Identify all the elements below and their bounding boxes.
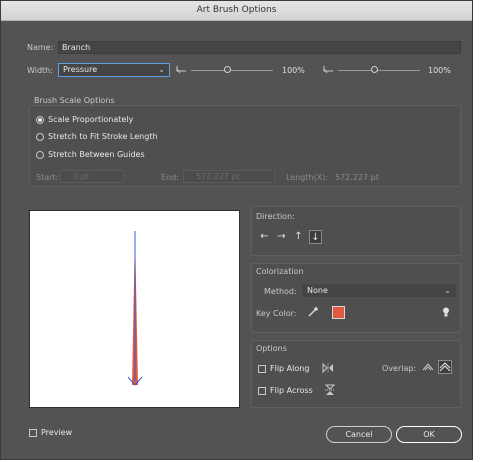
ok-button[interactable]: OK bbox=[396, 426, 462, 443]
direction-group: Direction: ← → ↑ ↓ bbox=[251, 206, 461, 256]
overlap-adjust-icon[interactable] bbox=[422, 361, 434, 375]
chevron-down-icon: ⌄ bbox=[444, 286, 451, 295]
stretch-to-fit-label[interactable]: Stretch to Fit Stroke Length bbox=[48, 132, 158, 141]
max-width-slider-knob[interactable] bbox=[371, 66, 379, 73]
end-label: End: bbox=[161, 173, 179, 182]
name-label: Name: bbox=[27, 43, 54, 52]
arrow-down-icon[interactable]: ↓ bbox=[309, 230, 322, 244]
max-width-slider[interactable] bbox=[338, 70, 420, 71]
method-label: Method: bbox=[264, 287, 297, 296]
arrow-right-icon[interactable]: → bbox=[275, 230, 288, 244]
flip-across-label[interactable]: Flip Across bbox=[270, 386, 313, 395]
min-width-slider-knob[interactable] bbox=[224, 66, 232, 73]
brush-scale-heading: Brush Scale Options bbox=[34, 96, 115, 105]
width-select-value: Pressure bbox=[63, 65, 98, 74]
flip-across-checkbox[interactable] bbox=[258, 387, 266, 395]
key-color-label: Key Color: bbox=[256, 309, 297, 318]
overlap-label: Overlap: bbox=[382, 364, 417, 373]
min-width-percent[interactable]: 100% bbox=[282, 66, 305, 75]
options-group: Options Flip Along Overlap: Flip Across bbox=[251, 340, 461, 408]
min-width-icon bbox=[176, 65, 188, 77]
brush-preview-canvas bbox=[127, 231, 143, 386]
max-width-percent[interactable]: 100% bbox=[428, 66, 451, 75]
start-label: Start: bbox=[36, 173, 59, 182]
chevron-down-icon: ⌄ bbox=[158, 65, 165, 74]
colorization-heading: Colorization bbox=[256, 267, 304, 276]
stretch-between-guides-label[interactable]: Stretch Between Guides bbox=[48, 150, 145, 159]
method-select[interactable]: None ⌄ bbox=[302, 284, 456, 297]
length-value: 572.227 pt bbox=[335, 173, 379, 182]
overlap-avoid-icon[interactable] bbox=[438, 360, 452, 374]
width-label: Width: bbox=[27, 66, 53, 75]
tips-lightbulb-icon[interactable] bbox=[442, 307, 450, 320]
cancel-button[interactable]: Cancel bbox=[326, 426, 392, 443]
flip-along-icon bbox=[322, 362, 334, 376]
end-field[interactable]: 572.227 pt bbox=[183, 170, 275, 183]
colorization-group: Colorization Method: None ⌄ Key Color: bbox=[251, 263, 461, 333]
arrow-left-icon[interactable]: ← bbox=[258, 230, 271, 244]
brush-scale-group: Scale Proportionately Stretch to Fit Str… bbox=[29, 105, 461, 187]
length-label: Length(X): bbox=[286, 173, 329, 182]
scale-proportionately-radio[interactable] bbox=[36, 116, 44, 124]
stretch-between-guides-radio[interactable] bbox=[36, 151, 44, 159]
eyedropper-icon[interactable] bbox=[307, 306, 319, 320]
max-width-icon bbox=[323, 65, 335, 77]
key-color-swatch[interactable] bbox=[332, 306, 345, 319]
direction-heading: Direction: bbox=[256, 212, 295, 221]
brush-preview bbox=[29, 210, 240, 408]
art-brush-options-dialog: Art Brush Options Name: Branch Width: Pr… bbox=[0, 0, 473, 460]
stretch-to-fit-radio[interactable] bbox=[36, 133, 44, 141]
options-heading: Options bbox=[256, 344, 287, 353]
scale-proportionately-label[interactable]: Scale Proportionately bbox=[48, 115, 133, 124]
flip-across-icon bbox=[324, 384, 336, 398]
arrow-up-icon[interactable]: ↑ bbox=[292, 230, 305, 244]
method-select-value: None bbox=[307, 286, 328, 295]
preview-label[interactable]: Preview bbox=[41, 428, 72, 437]
flip-along-label[interactable]: Flip Along bbox=[270, 364, 309, 373]
min-width-slider[interactable] bbox=[191, 70, 273, 71]
width-select[interactable]: Pressure ⌄ bbox=[58, 63, 170, 77]
start-field[interactable]: 0 pt bbox=[60, 170, 124, 183]
dialog-title: Art Brush Options bbox=[1, 1, 472, 21]
preview-checkbox[interactable] bbox=[29, 429, 37, 437]
name-field[interactable]: Branch bbox=[58, 41, 461, 54]
flip-along-checkbox[interactable] bbox=[258, 365, 266, 373]
